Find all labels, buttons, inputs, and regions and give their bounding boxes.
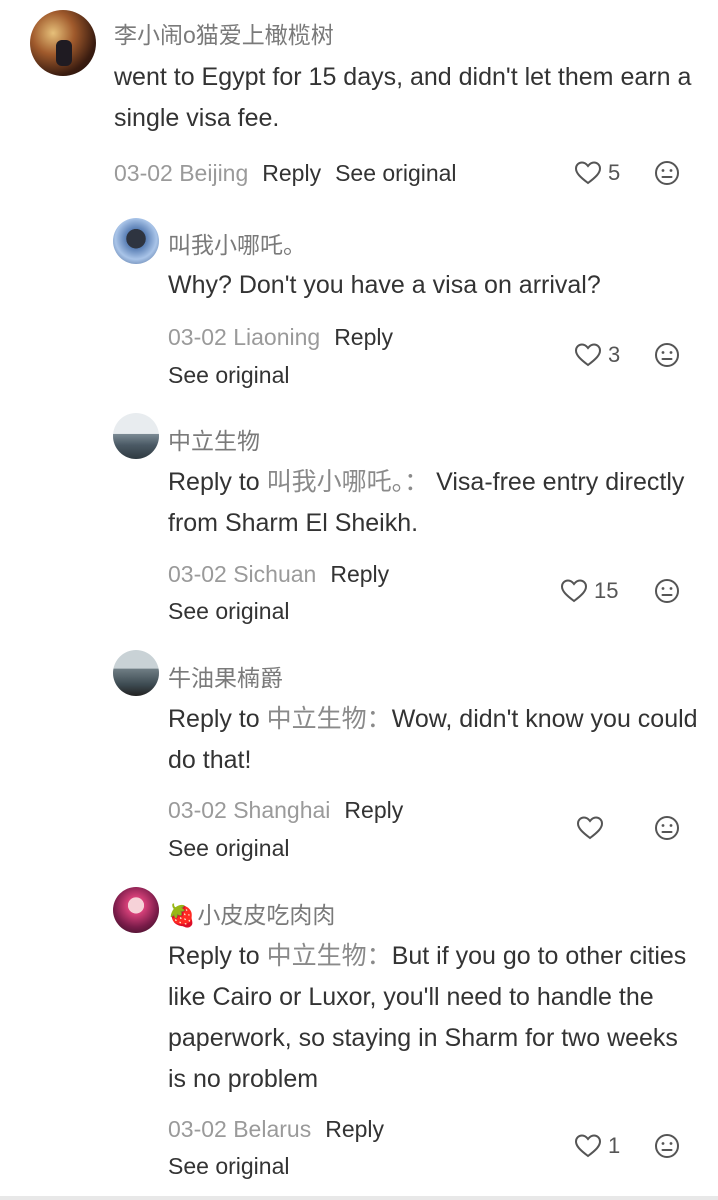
reply-username-text: 小皮皮吃肉肉 bbox=[197, 902, 336, 928]
reply-meta: 03-02 Sichuan Reply bbox=[168, 561, 389, 588]
see-original-button[interactable]: See original bbox=[168, 362, 289, 389]
avatar[interactable] bbox=[113, 887, 159, 933]
comment-thread: 李小闹o猫爱上橄榄树 went to Egypt for 15 days, an… bbox=[0, 0, 718, 1200]
avatar[interactable] bbox=[113, 650, 159, 696]
like-count: 3 bbox=[608, 342, 621, 367]
reply-date-location: 03-02 Sichuan bbox=[168, 561, 317, 587]
see-original-button[interactable]: See original bbox=[168, 835, 289, 862]
reply-to-target[interactable]: 叫我小哪吒。： bbox=[267, 468, 430, 496]
heart-icon bbox=[574, 343, 602, 367]
reply-to-target[interactable]: 中立生物： bbox=[267, 942, 392, 970]
reply-to-label: Reply to bbox=[168, 468, 260, 496]
like-count: 5 bbox=[608, 160, 621, 185]
dislike-face-icon[interactable] bbox=[654, 578, 680, 604]
see-original-button[interactable]: See original bbox=[335, 160, 456, 186]
reply-button[interactable]: Reply bbox=[344, 797, 403, 823]
like-button[interactable]: 1 bbox=[574, 1133, 620, 1159]
reply-date-location: 03-02 Shanghai bbox=[168, 797, 331, 823]
reply-button[interactable]: Reply bbox=[325, 1116, 384, 1142]
see-original-button[interactable]: See original bbox=[168, 1153, 289, 1180]
like-button[interactable]: 5 bbox=[574, 160, 620, 186]
divider bbox=[0, 1196, 718, 1200]
like-button[interactable] bbox=[576, 815, 610, 841]
heart-icon bbox=[574, 161, 602, 185]
dislike-face-icon[interactable] bbox=[654, 160, 680, 186]
comment-meta: 03-02 Beijing Reply See original bbox=[114, 160, 457, 187]
comment-text: went to Egypt for 15 days, and didn't le… bbox=[114, 63, 692, 132]
reply-username[interactable]: 🍓小皮皮吃肉肉 bbox=[168, 896, 335, 930]
reply-text: Reply to 叫我小哪吒。： Visa-free entry directl… bbox=[168, 462, 698, 544]
reply-username[interactable]: 叫我小哪吒。 bbox=[168, 226, 306, 260]
reply-button[interactable]: Reply bbox=[334, 324, 393, 350]
reply-text: Why? Don't you have a visa on arrival? bbox=[168, 271, 601, 299]
reply-to-target[interactable]: 中立生物： bbox=[267, 705, 392, 733]
dislike-face-icon[interactable] bbox=[654, 342, 680, 368]
reply-username[interactable]: 中立生物 bbox=[168, 422, 260, 456]
reply-username[interactable]: 牛油果楠爵 bbox=[168, 659, 283, 693]
dislike-face-icon[interactable] bbox=[654, 1133, 680, 1159]
like-count: 15 bbox=[594, 578, 619, 603]
reply-meta: 03-02 Liaoning Reply bbox=[168, 324, 393, 351]
avatar[interactable] bbox=[30, 10, 96, 76]
reply-button[interactable]: Reply bbox=[262, 160, 321, 186]
comment-date-location: 03-02 Beijing bbox=[114, 160, 249, 186]
comment-username[interactable]: 李小闹o猫爱上橄榄树 bbox=[114, 16, 334, 50]
heart-icon bbox=[576, 816, 604, 840]
reply-to-label: Reply to bbox=[168, 705, 260, 733]
like-count: 1 bbox=[608, 1133, 621, 1158]
see-original-button[interactable]: See original bbox=[168, 598, 289, 625]
reply-meta: 03-02 Shanghai Reply bbox=[168, 797, 403, 824]
avatar[interactable] bbox=[113, 218, 159, 264]
reply-to-label: Reply to bbox=[168, 942, 260, 970]
reply-date-location: 03-02 Liaoning bbox=[168, 324, 321, 350]
heart-icon bbox=[560, 579, 588, 603]
reply-date-location: 03-02 Belarus bbox=[168, 1116, 312, 1142]
avatar[interactable] bbox=[113, 413, 159, 459]
like-button[interactable]: 15 bbox=[560, 578, 618, 604]
reply-meta: 03-02 Belarus Reply bbox=[168, 1116, 384, 1143]
reply-text: Reply to 中立生物：Wow, didn't know you could… bbox=[168, 699, 698, 781]
like-button[interactable]: 3 bbox=[574, 342, 620, 368]
heart-icon bbox=[574, 1134, 602, 1158]
reply-text: Reply to 中立生物：But if you go to other cit… bbox=[168, 936, 698, 1100]
dislike-face-icon[interactable] bbox=[654, 815, 680, 841]
reply-button[interactable]: Reply bbox=[330, 561, 389, 587]
strawberry-emoji: 🍓 bbox=[168, 903, 196, 928]
